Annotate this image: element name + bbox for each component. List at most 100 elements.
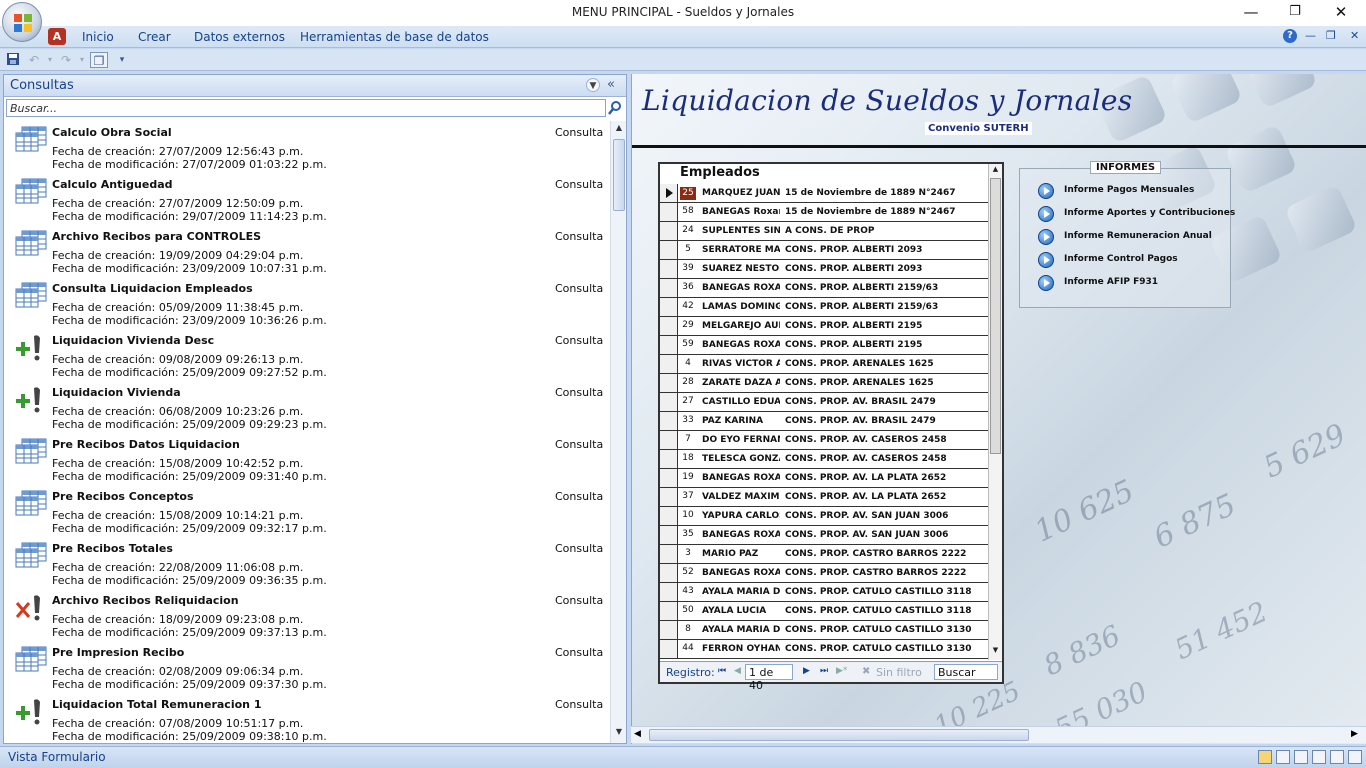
tab-herramientas[interactable]: Herramientas de base de datos [300,30,489,44]
next-record-icon[interactable]: ▶ [803,666,810,676]
employee-address[interactable]: CONS. PROP. CATULO CASTILLO 3130 [785,644,985,654]
record-selector[interactable] [660,431,678,449]
form-horizontal-scrollbar[interactable]: ◀ ▶ [631,726,1366,743]
employee-name[interactable]: MARIO PAZ [702,549,780,559]
report-button[interactable]: Informe AFIP F931 [1038,275,1228,293]
tab-inicio[interactable]: Inicio [82,30,114,44]
close-button[interactable]: ✕ [1318,0,1364,26]
search-icon[interactable] [607,100,623,116]
employee-name[interactable]: VALDEZ MAXIMO [702,492,780,502]
table-row[interactable]: 7 DO EYO FERNAN CONS. PROP. AV. CASEROS 24… [660,431,988,450]
table-row[interactable]: 24 SUPLENTES SIN A CONS. DE PROP [660,222,988,241]
employee-id[interactable]: 59 [680,339,696,349]
scroll-thumb[interactable] [613,139,625,211]
employee-id[interactable]: 8 [680,624,696,634]
employee-name[interactable]: DO EYO FERNAN [702,435,780,445]
table-row[interactable]: 4 RIVAS VICTOR AC CONS. PROP. ARENALES 162… [660,355,988,374]
record-selector[interactable] [660,545,678,563]
switch-windows-icon[interactable]: ❐ [90,52,108,68]
report-button[interactable]: Informe Aportes y Contribuciones [1038,206,1235,224]
employee-address[interactable]: CONS. PROP. ALBERTI 2093 [785,264,985,274]
scroll-up-icon[interactable]: ▲ [990,165,1001,176]
employee-id[interactable]: 7 [680,434,696,444]
table-row[interactable]: 19 BANEGAS ROXAN CONS. PROP. AV. LA PLATA … [660,469,988,488]
record-selector[interactable] [660,241,678,259]
employee-id[interactable]: 18 [680,453,696,463]
restore-doc-icon[interactable]: ❐ [1326,29,1336,42]
list-item[interactable]: Liquidacion Vivienda Consulta Fecha de cre… [4,381,610,433]
employee-id[interactable]: 3 [680,548,696,558]
table-row[interactable]: 10 YAPURA CARLOS CONS. PROP. AV. SAN JUAN … [660,507,988,526]
table-row[interactable]: 33 PAZ KARINA CONS. PROP. AV. BRASIL 2479 [660,412,988,431]
office-button[interactable] [2,2,42,42]
employee-address[interactable]: CONS. PROP. ALBERTI 2093 [785,245,985,255]
table-row[interactable]: 5 SERRATORE MAR CONS. PROP. ALBERTI 2093 [660,241,988,260]
table-row[interactable]: 35 BANEGAS ROXAN CONS. PROP. AV. SAN JUAN … [660,526,988,545]
previous-record-icon[interactable]: ◀ [734,666,741,676]
employee-name[interactable]: MARQUEZ JUANA [702,188,780,198]
chevron-down-icon[interactable]: ▼ [586,78,600,92]
list-item[interactable]: Archivo Recibos para CONTROLES Consulta Fe… [4,225,610,277]
record-selector[interactable] [660,583,678,601]
employee-id[interactable]: 52 [680,567,696,577]
scroll-right-icon[interactable]: ▶ [1351,729,1358,739]
employee-name[interactable]: ZARATE DAZA ALI [702,378,780,388]
close-doc-icon[interactable]: ✕ [1350,29,1359,42]
employee-address[interactable]: CONS. PROP. AV. SAN JUAN 3006 [785,511,985,521]
employee-address[interactable]: CONS. PROP. AV. BRASIL 2479 [785,397,985,407]
help-icon[interactable]: ? [1283,29,1297,43]
design-view-icon[interactable] [1348,750,1362,764]
employee-name[interactable]: FERRON OYHAN/ [702,644,780,654]
table-row[interactable]: 50 AYALA LUCIA CONS. PROP. CATULO CASTILLO… [660,602,988,621]
table-row[interactable]: 25 MARQUEZ JUANA 15 de Noviembre de 1889 N… [660,184,988,203]
minimize-button[interactable]: — [1228,0,1274,26]
record-selector[interactable] [660,184,678,202]
empleados-scrollbar[interactable]: ▲ ▼ [988,164,1002,660]
table-row[interactable]: 58 BANEGAS Roxana 15 de Noviembre de 1889 … [660,203,988,222]
employee-address[interactable]: CONS. PROP. CASTRO BARROS 2222 [785,568,985,578]
employee-name[interactable]: BANEGAS ROXAN [702,530,780,540]
record-selector[interactable] [660,317,678,335]
employee-name[interactable]: BANEGAS Roxana [702,207,780,217]
minimize-doc-icon[interactable]: — [1305,29,1316,42]
employee-address[interactable]: CONS. PROP. CASTRO BARROS 2222 [785,549,985,559]
layout-view-icon[interactable] [1330,750,1344,764]
table-row[interactable]: 44 FERRON OYHAN/CONS. PROP. CATULO CASTIL… [660,640,988,659]
employee-name[interactable]: BANEGAS ROXAN [702,568,780,578]
employee-id[interactable]: 27 [680,396,696,406]
table-row[interactable]: 39 SUAREZ NESTOR CONS. PROP. ALBERTI 2093 [660,260,988,279]
employee-name[interactable]: TELESCA GONZA [702,454,780,464]
employee-address[interactable]: CONS. PROP. AV. BRASIL 2479 [785,416,985,426]
record-selector[interactable] [660,640,678,658]
employee-name[interactable]: SERRATORE MAR [702,245,780,255]
employee-id[interactable]: 10 [680,510,696,520]
table-row[interactable]: 3 MARIO PAZ CONS. PROP. CASTRO BARROS 2222 [660,545,988,564]
record-selector[interactable] [660,469,678,487]
employee-address[interactable]: 15 de Noviembre de 1889 N°2467 [785,207,985,217]
employee-id[interactable]: 25 [680,187,696,200]
employee-id[interactable]: 42 [680,301,696,311]
record-selector[interactable] [660,279,678,297]
employee-name[interactable]: SUAREZ NESTOR [702,264,780,274]
collapse-pane-icon[interactable]: « [607,77,615,92]
employee-name[interactable]: PAZ KARINA [702,416,780,426]
employee-id[interactable]: 36 [680,282,696,292]
employee-address[interactable]: CONS. PROP. ALBERTI 2195 [785,321,985,331]
record-selector[interactable] [660,336,678,354]
record-selector[interactable] [660,507,678,525]
report-button[interactable]: Informe Pagos Mensuales [1038,183,1228,201]
current-record-field[interactable]: 1 de 40 [745,664,793,692]
employee-id[interactable]: 5 [680,244,696,254]
employee-name[interactable]: CASTILLO EDUAR [702,397,780,407]
record-selector[interactable] [660,298,678,316]
table-row[interactable]: 29 MELGAREJO AUR CONS. PROP. ALBERTI 2195 [660,317,988,336]
redo-dropdown-icon[interactable]: ▾ [74,52,90,68]
employee-address[interactable]: CONS. PROP. AV. LA PLATA 2652 [785,473,985,483]
employee-id[interactable]: 29 [680,320,696,330]
run-report-icon[interactable] [1038,252,1054,268]
nav-pane-header[interactable]: Consultas ▼ « [4,75,626,97]
list-item[interactable]: Archivo Recibos Reliquidacion Consulta Fec… [4,589,610,641]
scroll-left-icon[interactable]: ◀ [634,729,641,739]
employee-name[interactable]: YAPURA CARLOS [702,511,780,521]
report-button[interactable]: Informe Control Pagos [1038,252,1228,270]
